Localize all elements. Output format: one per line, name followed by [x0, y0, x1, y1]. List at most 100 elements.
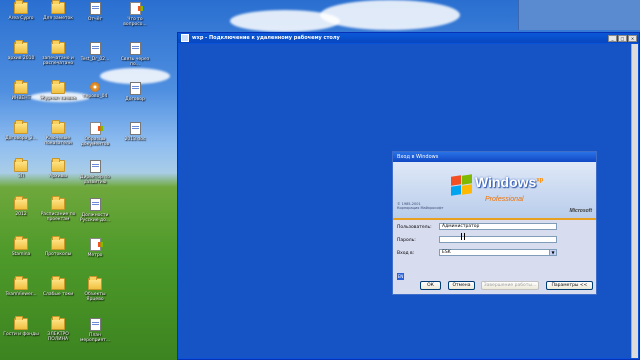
folder-icon: [14, 0, 28, 14]
desktop-icon[interactable]: запечатано и распечатано: [39, 40, 77, 66]
page-win-icon: [129, 2, 143, 15]
username-label: Пользователь:: [397, 225, 432, 230]
username-field[interactable]: Администратор: [439, 223, 557, 230]
folder-icon: [51, 276, 65, 290]
desktop-icon[interactable]: 2012: [2, 196, 40, 217]
desktop-icon[interactable]: Директор по развитию: [76, 160, 114, 185]
shutdown-button[interactable]: Завершение работы...: [481, 281, 539, 290]
cancel-button[interactable]: Отмена: [448, 281, 475, 290]
desktop-icon-label: Объекты Ярцево: [84, 292, 106, 302]
folder-icon: [51, 316, 65, 330]
desktop-icon[interactable]: 2013.doc: [116, 122, 154, 142]
rdp-title-bar[interactable]: wxp - Подключение к удаленному рабочему …: [178, 33, 639, 43]
desktop-icon[interactable]: ЭЛЕКТРО ПОЛИНА: [39, 316, 77, 342]
desktop-icon-label: Должности Русские до...: [79, 213, 111, 223]
desktop-icon[interactable]: Образцы документов: [76, 122, 114, 147]
desktop-icon-label: ИНВЕНТ: [11, 96, 31, 101]
folder-icon: [88, 276, 102, 290]
folder-icon: [14, 120, 28, 134]
text-cursor-icon: [461, 233, 465, 240]
keyboard-layout-indicator[interactable]: EN: [397, 273, 404, 280]
folder-icon: [14, 40, 28, 54]
windows-brand: Windowsxp: [475, 174, 544, 190]
folder-icon: [14, 276, 28, 290]
desktop-icon[interactable]: Расписание по проектам: [39, 196, 77, 222]
desktop-icon[interactable]: Архивы: [39, 158, 77, 179]
microsoft-logo: Microsoft: [569, 208, 593, 214]
folder-icon: [51, 120, 65, 134]
desktop-icon[interactable]: Что то вопросо...: [116, 2, 154, 27]
desktop-icon[interactable]: TeamViewer...: [2, 276, 40, 297]
folder-icon: [51, 80, 65, 94]
doc-icon: [89, 42, 101, 55]
desktop-icon[interactable]: Area Cypro: [2, 0, 40, 21]
desktop-icon[interactable]: Ключевые показатели: [39, 120, 77, 146]
close-button[interactable]: ×: [628, 34, 637, 42]
folder-icon: [14, 236, 28, 250]
doc-icon: [89, 160, 101, 173]
desktop-icon-label: Архивы: [49, 174, 67, 179]
desktop-icon[interactable]: ИНВЕНТ: [2, 80, 40, 101]
desktop-icon-label: Директор по развитию: [79, 175, 111, 185]
maximize-button[interactable]: □: [618, 34, 627, 42]
domain-label: Вход в:: [397, 251, 415, 256]
desktop-icon[interactable]: Договор: [116, 82, 154, 102]
desktop-icon[interactable]: Метро: [76, 238, 114, 258]
desktop-icon[interactable]: План мероприят...: [76, 318, 114, 343]
desktop-icon[interactable]: Связь через по...: [116, 42, 154, 67]
doc-icon: [129, 122, 141, 135]
domain-select[interactable]: ESK ▼: [439, 249, 557, 256]
vertical-scrollbar[interactable]: [631, 44, 638, 358]
desktop-icon[interactable]: архив 2010: [2, 40, 40, 61]
desktop-icon[interactable]: Test_Dr_02...: [76, 42, 114, 62]
desktop-icon-label: ЭЛЕКТРО ПОЛИНА: [47, 332, 69, 342]
desktop-icon[interactable]: Слабые токи: [39, 276, 77, 297]
desktop-icon-label: Слабые токи: [42, 292, 74, 297]
desktop-icon[interactable]: ЗП: [2, 158, 40, 179]
desktop-icon-label: Метро: [87, 253, 103, 258]
copyright: © 1985-2001 Корпорация Майкрософт: [397, 202, 444, 210]
password-field[interactable]: [439, 236, 557, 243]
ok-button[interactable]: ОК: [420, 281, 441, 290]
doc-icon: [89, 318, 101, 331]
cloud: [320, 0, 460, 30]
desktop-icon-label: запечатано и распечатано: [42, 56, 74, 66]
desktop-icon[interactable]: Протоколы: [39, 236, 77, 257]
login-title: Вход в Windows: [393, 152, 596, 162]
page-win-icon: [89, 122, 103, 135]
folder-icon: [51, 40, 65, 54]
desktop-icon[interactable]: перово_04: [76, 82, 114, 99]
desktop-icon[interactable]: Для заметок: [39, 0, 77, 21]
desktop-icon-label: 2013.doc: [124, 137, 146, 142]
desktop-icon[interactable]: Отчёт: [76, 2, 114, 22]
desktop-icon-label: Журнал заявок: [39, 96, 77, 101]
desktop-icon-label: Ключевые показатели: [44, 136, 72, 146]
desktop-icon-label: Что то вопросо...: [123, 17, 147, 27]
password-label: Пароль:: [397, 238, 416, 243]
rdp-app-icon: [181, 34, 189, 42]
chevron-down-icon[interactable]: ▼: [549, 250, 556, 255]
desktop-icon[interactable]: Должности Русские до...: [76, 198, 114, 223]
desktop-icon[interactable]: Журнал заявок: [39, 80, 77, 101]
desktop-icon-label: Связь через по...: [120, 57, 150, 67]
folder-icon: [51, 0, 65, 14]
minimize-button[interactable]: _: [608, 34, 617, 42]
login-banner: Windowsxp Professional © 1985-2001 Корпо…: [393, 162, 596, 220]
desktop-icon-label: ЗП: [17, 174, 25, 179]
desktop-icon[interactable]: Stamina: [2, 236, 40, 257]
desktop-icon[interactable]: Гости и фонды: [2, 316, 40, 337]
desktop-icon-label: Test_Dr_02...: [80, 57, 110, 62]
options-button[interactable]: Параметры <<: [546, 281, 593, 290]
desktop-icon-label: Расписание по проектам: [40, 212, 76, 222]
page-win-icon: [89, 238, 103, 251]
background-window[interactable]: [518, 0, 640, 30]
doc-icon: [89, 2, 101, 15]
desktop-icon-label: TeamViewer...: [5, 292, 37, 297]
desktop-icon-label: Протоколы: [44, 252, 72, 257]
folder-icon: [14, 80, 28, 94]
folder-icon: [51, 236, 65, 250]
windows-flag-icon: [451, 174, 473, 196]
folder-icon: [14, 316, 28, 330]
desktop-icon[interactable]: Договора_2...: [2, 120, 40, 141]
desktop-icon[interactable]: Объекты Ярцево: [76, 276, 114, 302]
